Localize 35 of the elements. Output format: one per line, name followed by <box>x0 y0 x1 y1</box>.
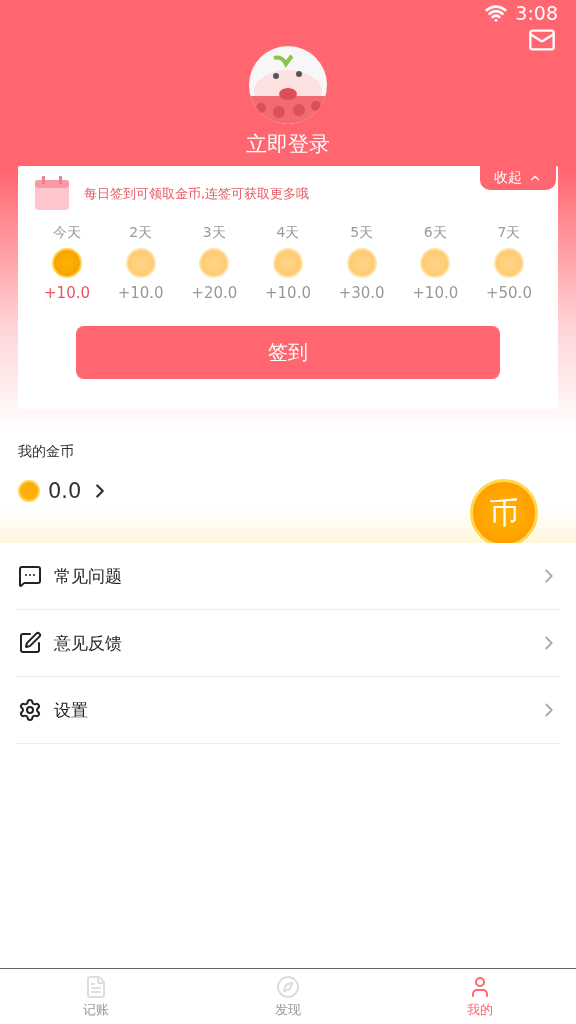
document-icon <box>84 974 108 999</box>
day-label: 3天 <box>202 224 226 242</box>
day-label: 2天 <box>129 224 153 242</box>
reward-amount: +20.0 <box>191 284 238 302</box>
nav-tab[interactable]: 记账 <box>0 969 192 1024</box>
reward-amount: +30.0 <box>338 284 385 302</box>
edit-icon <box>18 631 42 655</box>
login-link[interactable]: 立即登录 <box>246 130 330 158</box>
reward-amount: +50.0 <box>485 284 532 302</box>
menu-item[interactable]: 意见反馈 <box>16 610 560 677</box>
day-label: 6天 <box>423 224 447 242</box>
reward-amount: +10.0 <box>265 284 311 302</box>
reward-amount: +10.0 <box>117 284 164 302</box>
status-time: 3:08 <box>515 2 558 24</box>
nav-tab[interactable]: 发现 <box>192 969 384 1024</box>
coin-icon <box>18 480 40 502</box>
settings-icon <box>18 698 42 722</box>
coins-title: 我的金币 <box>18 443 75 461</box>
checkin-hint: 每日签到可领取金币,连签可获取更多哦 <box>84 185 310 203</box>
calendar-icon <box>34 176 72 212</box>
day-label: 5天 <box>350 224 374 242</box>
help-bubble-icon <box>18 564 42 588</box>
reward-amount: +10.0 <box>44 284 90 302</box>
compass-icon <box>276 974 300 999</box>
menu-item[interactable]: 设置 <box>16 677 560 744</box>
reward-amount: +10.0 <box>412 284 459 302</box>
big-coin-icon: 币 <box>470 479 538 543</box>
checkin-button[interactable]: 签到 <box>76 326 500 379</box>
day-label: 今天 <box>53 224 81 242</box>
collapse-button[interactable]: 收起 <box>480 166 556 190</box>
wifi-icon <box>485 2 508 24</box>
day-label: 7天 <box>497 224 521 242</box>
nav-tab[interactable]: 我的 <box>384 969 576 1024</box>
day-label: 4天 <box>276 224 300 242</box>
menu-item[interactable]: 常见问题 <box>16 543 560 610</box>
